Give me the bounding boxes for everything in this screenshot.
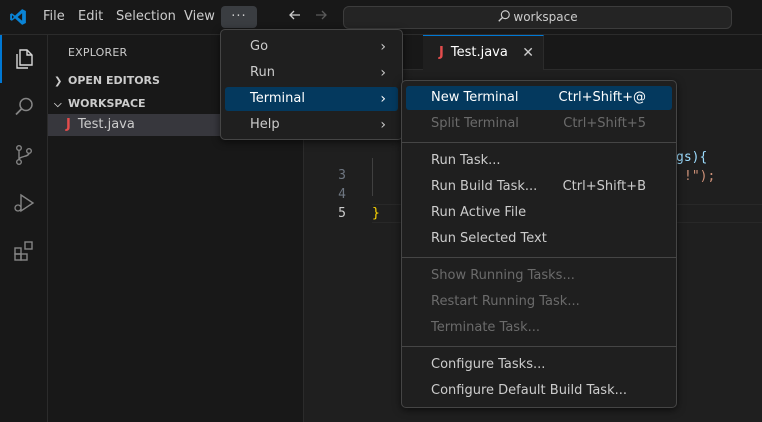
source-control-icon	[15, 145, 32, 166]
extensions-icon	[14, 241, 33, 261]
menu-item-show-running-tasks: Show Running Tasks...	[406, 264, 672, 288]
code-fragment: !");	[684, 167, 715, 186]
search-icon	[498, 10, 511, 22]
menu-item-label: New Terminal	[431, 90, 519, 105]
tab-label: Test.java	[450, 45, 508, 60]
run-debug-icon	[14, 193, 35, 213]
menu-item-label: Run	[250, 65, 275, 80]
menu-item-restart-running-task: Restart Running Task...	[406, 290, 672, 314]
menu-item-label: Go	[250, 39, 269, 54]
search-icon	[15, 97, 33, 116]
menu-item-terminate-task: Terminate Task...	[406, 316, 672, 340]
explorer-title: EXPLORER	[68, 46, 128, 59]
menu-item-run-build-task[interactable]: Run Build Task... Ctrl+Shift+B	[406, 175, 672, 199]
menu-item-label: Configure Tasks...	[431, 357, 546, 372]
menu-item-label: Run Task...	[431, 153, 501, 168]
menu-item-label: Configure Default Build Task...	[431, 383, 627, 398]
vscode-logo-icon[interactable]	[9, 8, 27, 26]
menu-item-run-task[interactable]: Run Task...	[406, 149, 672, 173]
menu-item-run-active-file[interactable]: Run Active File	[406, 201, 672, 225]
forward-arrow-icon[interactable]	[312, 7, 330, 27]
menu-file[interactable]: File	[37, 6, 71, 28]
menu-separator	[402, 346, 676, 347]
run-debug-activity[interactable]	[0, 179, 48, 227]
menu-item-label: Split Terminal	[431, 116, 519, 131]
menu-item-label: Show Running Tasks...	[431, 268, 575, 283]
search-activity[interactable]	[0, 83, 48, 131]
code-fragment: gs){	[676, 148, 707, 167]
indent-guide	[372, 158, 373, 196]
menu-separator	[402, 142, 676, 143]
menu-item-help[interactable]: Help ›	[225, 113, 398, 137]
menu-separator	[402, 257, 676, 258]
menu-item-label: Help	[250, 117, 280, 132]
more-menu: Go › Run › Terminal › Help ›	[220, 29, 403, 140]
menu-item-new-terminal[interactable]: New Terminal Ctrl+Shift+@	[406, 86, 672, 110]
menu-more-button[interactable]: ···	[221, 6, 257, 28]
shortcut-label: Ctrl+Shift+@	[558, 90, 646, 105]
code-fragment-text: gs){	[676, 150, 708, 165]
menu-item-go[interactable]: Go ›	[225, 35, 398, 59]
close-icon[interactable]: ✕	[522, 36, 534, 70]
terminal-submenu: New Terminal Ctrl+Shift+@ Split Terminal C…	[401, 80, 677, 408]
menu-item-label: Run Active File	[431, 205, 527, 220]
command-center-search[interactable]: workspace	[343, 6, 732, 29]
line-number: 4	[338, 187, 346, 202]
chevron-right-icon: ›	[380, 65, 386, 81]
chevron-right-icon: ›	[380, 39, 386, 55]
chevron-right-icon: ›	[380, 117, 386, 133]
menu-edit[interactable]: Edit	[72, 6, 109, 28]
menu-item-label: Terminate Task...	[431, 320, 541, 335]
menu-item-configure-default-build-task[interactable]: Configure Default Build Task...	[406, 379, 672, 403]
menu-item-label: Run Build Task...	[431, 179, 538, 194]
menu-item-split-terminal: Split Terminal Ctrl+Shift+5	[406, 112, 672, 136]
chevron-right-icon: ❯	[54, 76, 63, 87]
workspace-label: WORKSPACE	[68, 97, 146, 110]
chevron-down-icon: ⌵	[54, 99, 62, 110]
explorer-activity[interactable]	[0, 35, 48, 83]
java-file-icon: J	[439, 45, 444, 60]
tab-test-java[interactable]: J Test.java ✕	[423, 35, 544, 70]
chevron-right-icon: ›	[380, 91, 386, 107]
code-line: }	[372, 206, 380, 221]
menu-item-label: Terminal	[250, 91, 305, 106]
shortcut-label: Ctrl+Shift+B	[562, 179, 646, 194]
line-number: 5	[338, 206, 346, 221]
menu-item-label: Restart Running Task...	[431, 294, 580, 309]
menu-item-configure-tasks[interactable]: Configure Tasks...	[406, 353, 672, 377]
extensions-activity[interactable]	[0, 227, 48, 275]
menu-item-run-selected-text[interactable]: Run Selected Text	[406, 227, 672, 251]
code-fragment-text: !");	[684, 169, 716, 184]
menu-view[interactable]: View	[178, 6, 221, 28]
search-text: workspace	[513, 10, 578, 24]
menu-selection[interactable]: Selection	[110, 6, 182, 28]
source-control-activity[interactable]	[0, 131, 48, 179]
java-file-icon: J	[66, 117, 71, 132]
activity-bar	[0, 35, 48, 422]
menu-item-run[interactable]: Run ›	[225, 61, 398, 85]
open-editors-label: OPEN EDITORS	[68, 74, 160, 87]
files-icon	[16, 49, 33, 69]
menu-item-terminal[interactable]: Terminal ›	[225, 87, 398, 111]
line-number: 3	[338, 168, 346, 183]
menu-item-label: Run Selected Text	[431, 231, 547, 246]
shortcut-label: Ctrl+Shift+5	[563, 116, 646, 131]
file-name: Test.java	[77, 117, 135, 132]
back-arrow-icon[interactable]	[286, 7, 304, 27]
